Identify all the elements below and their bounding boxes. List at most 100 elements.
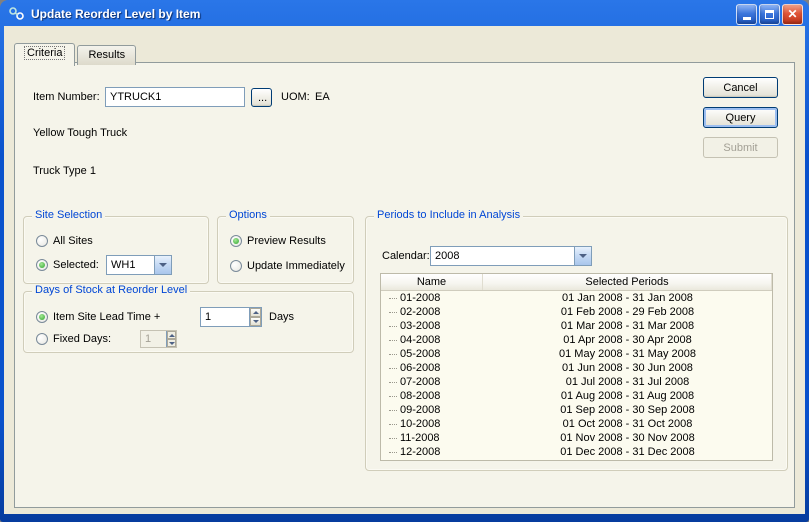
tree-line-icon: [389, 382, 397, 383]
site-selection-group: Site Selection All Sites Selected: WH1: [23, 216, 209, 284]
period-range: 01 Jul 2008 - 31 Jul 2008: [483, 376, 772, 388]
item-browse-button[interactable]: ...: [251, 88, 272, 107]
close-icon: ✕: [787, 8, 797, 20]
lead-time-radio[interactable]: [36, 311, 48, 323]
tab-results[interactable]: Results: [77, 45, 136, 65]
options-title: Options: [226, 209, 270, 221]
period-name: 09-2008: [400, 404, 440, 416]
fixed-days-radio[interactable]: [36, 333, 48, 345]
tab-bar: Criteria Results: [14, 43, 138, 65]
query-button[interactable]: Query: [703, 107, 778, 128]
table-row[interactable]: 04-2008 01 Apr 2008 - 30 Apr 2008: [381, 333, 772, 347]
window-title: Update Reorder Level by Item: [31, 7, 736, 21]
window: Update Reorder Level by Item ✕ Criteria …: [0, 0, 809, 522]
tree-line-icon: [389, 326, 397, 327]
days-label: Days: [269, 311, 294, 323]
spin-up-button: [167, 331, 176, 339]
site-combobox[interactable]: WH1: [106, 255, 172, 275]
uom-value: EA: [315, 91, 330, 103]
period-name: 11-2008: [400, 432, 440, 444]
table-row[interactable]: 09-2008 01 Sep 2008 - 30 Sep 2008: [381, 403, 772, 417]
item-type: Truck Type 1: [33, 165, 96, 177]
tree-line-icon: [389, 298, 397, 299]
table-row[interactable]: 11-2008 01 Nov 2008 - 30 Nov 2008: [381, 431, 772, 445]
table-row[interactable]: 03-200801 Mar 2008 - 31 Mar 2008: [381, 319, 772, 333]
preview-results-radio[interactable]: [230, 235, 242, 247]
lead-time-input[interactable]: [201, 308, 249, 326]
update-immediately-radio[interactable]: [230, 260, 242, 272]
calendar-combobox-dropdown-button[interactable]: [574, 247, 591, 265]
dialog-client-area: Criteria Results Item Number: ... UOM: E…: [4, 26, 805, 514]
tab-criteria[interactable]: Criteria: [14, 43, 75, 66]
tree-line-icon: [389, 410, 397, 411]
period-range: 01 Nov 2008 - 30 Nov 2008: [483, 432, 772, 444]
all-sites-label: All Sites: [53, 235, 93, 247]
table-row[interactable]: 10-2008 01 Oct 2008 - 31 Oct 2008: [381, 417, 772, 431]
item-number-input[interactable]: [105, 87, 245, 107]
period-range: 01 Dec 2008 - 31 Dec 2008: [483, 446, 772, 458]
period-name: 05-2008: [400, 348, 440, 360]
titlebar[interactable]: Update Reorder Level by Item ✕: [4, 0, 805, 26]
site-selection-title: Site Selection: [32, 209, 105, 221]
period-name: 06-2008: [400, 362, 440, 374]
cancel-button[interactable]: Cancel: [703, 77, 778, 98]
all-sites-radio[interactable]: [36, 235, 48, 247]
lead-time-spinner[interactable]: [200, 307, 262, 327]
fixed-days-spinner[interactable]: [140, 330, 177, 348]
chevron-down-icon: [159, 263, 167, 267]
selected-sites-label: Selected:: [53, 259, 99, 271]
period-name: 10-2008: [400, 418, 440, 430]
calendar-combobox[interactable]: 2008: [430, 246, 592, 266]
selected-sites-radio[interactable]: [36, 259, 48, 271]
chevron-up-icon: [169, 334, 175, 337]
period-range: 01 Apr 2008 - 30 Apr 2008: [483, 334, 772, 346]
maximize-button[interactable]: [759, 4, 780, 25]
table-row[interactable]: 02-200801 Feb 2008 - 29 Feb 2008: [381, 305, 772, 319]
days-of-stock-title: Days of Stock at Reorder Level: [32, 284, 190, 296]
table-row[interactable]: 08-200801 Aug 2008 - 31 Aug 2008: [381, 389, 772, 403]
update-immediately-label: Update Immediately: [247, 260, 345, 272]
site-combobox-dropdown-button[interactable]: [154, 256, 171, 274]
periods-table-header: Name Selected Periods: [381, 274, 772, 291]
period-range: 01 Jan 2008 - 31 Jan 2008: [483, 292, 772, 304]
table-row[interactable]: 12-200801 Dec 2008 - 31 Dec 2008: [381, 445, 772, 459]
calendar-combobox-value: 2008: [431, 247, 574, 265]
minimize-button[interactable]: [736, 4, 757, 25]
period-name: 08-2008: [400, 390, 440, 402]
period-name: 01-2008: [400, 292, 440, 304]
chevron-down-icon: [253, 320, 259, 323]
chevron-down-icon: [169, 342, 175, 345]
criteria-tab-panel: Item Number: ... UOM: EA Yellow Tough Tr…: [14, 62, 795, 508]
column-header-name[interactable]: Name: [381, 274, 483, 290]
tree-line-icon: [389, 438, 397, 439]
spin-down-button[interactable]: [250, 317, 261, 326]
period-name: 07-2008: [400, 376, 440, 388]
fixed-days-spin-buttons: [166, 331, 176, 347]
item-description: Yellow Tough Truck: [33, 127, 127, 139]
period-range: 01 Oct 2008 - 31 Oct 2008: [483, 418, 772, 430]
site-combobox-value: WH1: [107, 256, 154, 274]
submit-button[interactable]: Submit: [703, 137, 778, 158]
tree-line-icon: [389, 312, 397, 313]
tree-line-icon: [389, 354, 397, 355]
tab-results-label: Results: [88, 49, 125, 61]
options-group: Options Preview Results Update Immediate…: [217, 216, 354, 284]
spin-up-button[interactable]: [250, 308, 261, 317]
calendar-label: Calendar:: [382, 250, 430, 262]
chevron-down-icon: [579, 254, 587, 258]
tree-line-icon: [389, 396, 397, 397]
period-name: 02-2008: [400, 306, 440, 318]
table-row[interactable]: 05-200801 May 2008 - 31 May 2008: [381, 347, 772, 361]
fixed-days-label: Fixed Days:: [53, 333, 111, 345]
close-button[interactable]: ✕: [782, 4, 803, 25]
period-name: 04-2008: [400, 334, 440, 346]
table-row[interactable]: 06-200801 Jun 2008 - 30 Jun 2008: [381, 361, 772, 375]
table-row[interactable]: 07-2008 01 Jul 2008 - 31 Jul 2008: [381, 375, 772, 389]
window-controls: ✕: [736, 4, 803, 25]
period-range: 01 Mar 2008 - 31 Mar 2008: [483, 320, 772, 332]
column-header-selected-periods[interactable]: Selected Periods: [483, 274, 772, 290]
periods-table: Name Selected Periods 01-2008 01 Jan 2008…: [380, 273, 773, 461]
fixed-days-input: [141, 331, 166, 347]
table-row[interactable]: 01-2008 01 Jan 2008 - 31 Jan 2008: [381, 291, 772, 305]
period-range: 01 Sep 2008 - 30 Sep 2008: [483, 404, 772, 416]
